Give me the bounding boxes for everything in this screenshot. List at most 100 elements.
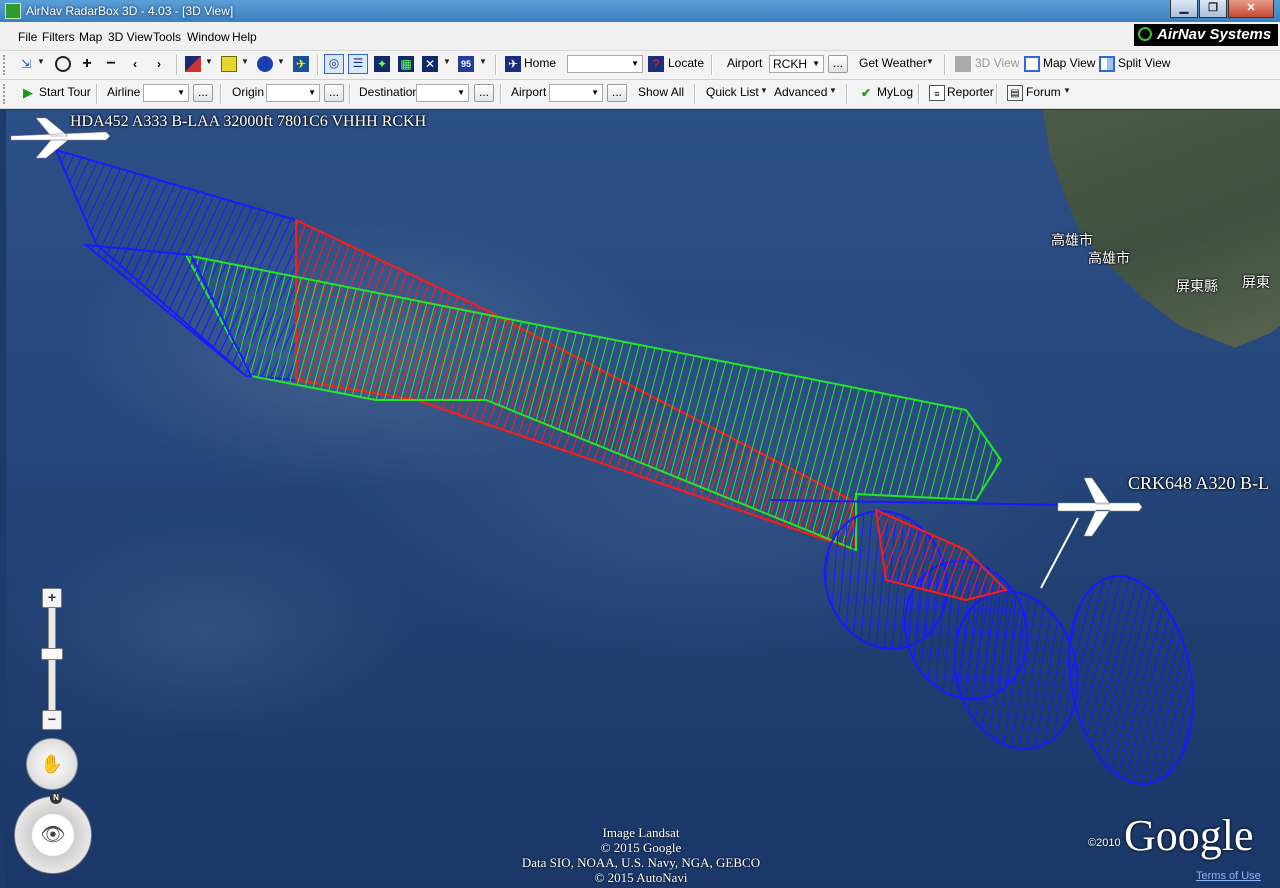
maximize-button[interactable]: ❐ (1199, 0, 1227, 18)
toolbar-grip[interactable] (3, 84, 8, 104)
zoom-slider-knob[interactable] (41, 648, 63, 660)
forum-icon[interactable]: ▤ (1007, 85, 1023, 101)
window-controls: ▁ ❐ ✕ (1169, 0, 1274, 18)
reporter-button[interactable]: Reporter (947, 85, 994, 99)
chevron-down-icon: ▼ (177, 88, 185, 97)
airline-combo[interactable]: ▼ (143, 84, 189, 102)
chevron-down-icon[interactable]: ▼ (479, 57, 487, 66)
zoom-out-button[interactable]: − (42, 710, 62, 730)
destination-combo[interactable]: ▼ (416, 84, 469, 102)
toolbar-separator (317, 55, 319, 75)
highway-icon[interactable]: 95 (458, 56, 474, 72)
menu-filters[interactable]: Filters (42, 30, 75, 44)
chevron-down-icon[interactable]: ▼ (37, 57, 45, 66)
quick-list-button[interactable]: Quick List (706, 85, 759, 99)
sector-icon[interactable]: ▦ (398, 56, 414, 72)
menu-3d-view[interactable]: 3D View (108, 30, 152, 44)
play-icon[interactable]: ▶ (20, 85, 36, 101)
pan-left-icon[interactable]: ‹ (127, 56, 143, 72)
altitude-stalk (1040, 517, 1079, 589)
terms-of-use-link[interactable]: Terms of Use (1196, 870, 1261, 882)
globe-icon[interactable] (257, 56, 273, 72)
mylog-button[interactable]: MyLog (877, 85, 913, 99)
chevron-down-icon[interactable]: ▼ (277, 57, 285, 66)
radar-view-icon[interactable]: ◎ (324, 54, 344, 74)
filter-icon[interactable] (221, 56, 237, 72)
zoom-in-button[interactable]: + (42, 588, 62, 608)
split-view-button[interactable]: Split View (1118, 56, 1170, 70)
chevron-down-icon: ▼ (591, 88, 599, 97)
minimize-button[interactable]: ▁ (1170, 0, 1198, 18)
flight-label-crk648[interactable]: CRK648 A320 B-L (1128, 473, 1269, 494)
origin-browse-button[interactable]: ... (324, 84, 344, 102)
toolbar-separator (694, 84, 696, 104)
route-icon[interactable]: ✕ (422, 56, 438, 72)
airport-filter-browse-button[interactable]: ... (607, 84, 627, 102)
reporter-icon[interactable]: ≡ (929, 85, 945, 101)
airline-browse-button[interactable]: ... (193, 84, 213, 102)
3d-map-view[interactable]: 高雄市 高雄市 屏東縣 屏東 HDA452 A333 B-LAA 32000ft… (6, 110, 1280, 888)
close-button[interactable]: ✕ (1228, 0, 1274, 18)
track-hda452 (54, 148, 1003, 552)
chevron-down-icon[interactable]: ▼ (241, 57, 249, 66)
airline-label: Airline (107, 85, 141, 99)
menu-window[interactable]: Window (187, 30, 230, 44)
zoom-out-icon[interactable]: − (103, 56, 119, 72)
airnav-logo-icon (1138, 27, 1152, 41)
toolbar-separator (500, 84, 502, 104)
locate-combo[interactable]: ▼ (567, 55, 643, 73)
chevron-down-icon[interactable]: ▼ (760, 86, 768, 95)
map-layer-icon[interactable] (185, 56, 201, 72)
airport-combo[interactable]: RCKH ▼ (769, 55, 824, 73)
provider-year: ©2010 (1088, 837, 1121, 849)
look-around-icon[interactable]: 👁 (14, 796, 92, 874)
advanced-button[interactable]: Advanced (774, 85, 827, 99)
airnav-logo: AirNav Systems (1134, 24, 1278, 46)
north-indicator[interactable]: N (50, 792, 62, 804)
get-weather-button[interactable]: Get Weather (859, 56, 927, 70)
menu-tools[interactable]: Tools (153, 30, 181, 44)
airport-icon[interactable]: ✈ (293, 56, 309, 72)
origin-combo[interactable]: ▼ (266, 84, 320, 102)
chevron-down-icon: ▼ (631, 59, 639, 68)
split-view-icon[interactable] (1099, 56, 1115, 72)
zoom-in-icon[interactable]: + (79, 56, 95, 72)
chevron-down-icon[interactable]: ▼ (1063, 86, 1071, 95)
flight-label-hda452[interactable]: HDA452 A333 B-LAA 32000ft 7801C6 VHHH RC… (70, 113, 426, 131)
menu-file[interactable]: File (18, 30, 37, 44)
filter-toolbar: ▶ Start Tour Airline ▼ ... Origin ▼ ... … (0, 80, 1280, 109)
pan-right-icon[interactable]: › (151, 56, 167, 72)
chevron-down-icon[interactable]: ▼ (205, 57, 213, 66)
home-icon[interactable]: ✈ (505, 56, 521, 72)
chevron-down-icon[interactable]: ▼ (829, 86, 837, 95)
destination-browse-button[interactable]: ... (474, 84, 494, 102)
start-tour-button[interactable]: Start Tour (39, 85, 91, 99)
locate-icon[interactable]: ? (648, 56, 664, 72)
home-button[interactable]: Home (524, 56, 556, 70)
mylog-check-icon[interactable]: ✔ (858, 85, 874, 101)
list-view-icon[interactable]: ☰ (348, 54, 368, 74)
app-icon (5, 3, 21, 19)
map-view-icon[interactable] (1024, 56, 1040, 72)
chevron-down-icon[interactable]: ▼ (926, 57, 934, 66)
locate-button[interactable]: Locate (668, 56, 704, 70)
toolbar-separator (944, 55, 946, 75)
forum-button[interactable]: Forum (1026, 85, 1061, 99)
menu-map[interactable]: Map (79, 30, 102, 44)
chevron-down-icon: ▼ (457, 88, 465, 97)
grid-icon[interactable]: ✦ (374, 56, 390, 72)
3d-view-icon (955, 56, 971, 72)
map-view-button[interactable]: Map View (1043, 56, 1095, 70)
airport-browse-button[interactable]: ... (828, 55, 848, 73)
chevron-down-icon[interactable]: ▼ (443, 57, 451, 66)
pan-hand-icon[interactable]: ✋ (26, 738, 78, 790)
zoom-fit-icon[interactable] (55, 56, 71, 72)
toolbar-separator (918, 84, 920, 104)
attribution-line: Image Landsat (602, 825, 680, 840)
toolbar-grip[interactable] (3, 55, 8, 75)
track-holding-pattern (770, 499, 1194, 785)
pointer-tool-icon[interactable]: ⇲ (18, 56, 34, 72)
airport-filter-combo[interactable]: ▼ (549, 84, 603, 102)
menu-help[interactable]: Help (232, 30, 257, 44)
show-all-button[interactable]: Show All (638, 85, 684, 99)
